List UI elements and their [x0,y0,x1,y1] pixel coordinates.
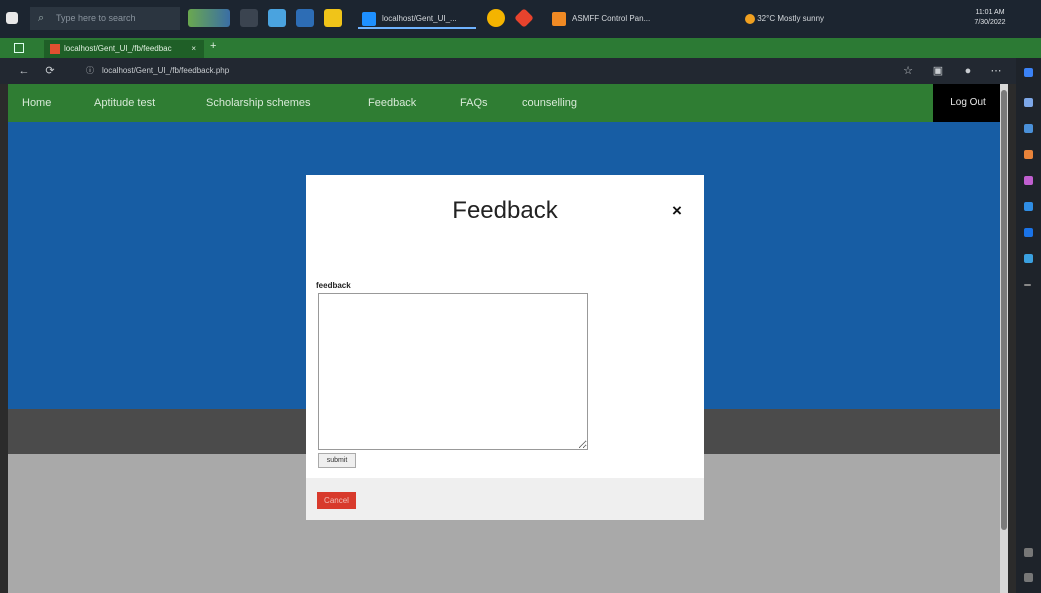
nav-link-scholarship-schemes[interactable]: Scholarship schemes [206,84,311,122]
logout-button[interactable]: Log Out [933,84,1003,122]
feedback-textarea[interactable] [318,293,588,450]
submit-button[interactable]: submit [318,453,356,468]
xampp-icon [552,12,566,26]
page-viewport: Home Aptitude test Scholarship schemes F… [8,84,1008,593]
chrome-icon[interactable] [487,9,505,27]
nav-link-faqs[interactable]: FAQs [460,84,488,122]
app-diamond-icon[interactable] [514,8,534,28]
feedback-label: feedback [316,281,351,290]
new-tab-icon[interactable]: + [210,40,216,52]
browser-tab-bar: localhost/Gent_UI_/fb/feedbac × + [0,38,1041,58]
weather-text: 32°C Mostly sunny [757,14,825,23]
taskbar-task-edge[interactable]: localhost/Gent_UI_... [358,9,476,29]
search-placeholder: Type here to search [56,13,136,23]
file-explorer-icon[interactable] [324,9,342,27]
favorites-icon[interactable]: ☆ [900,62,916,80]
tab-close-icon[interactable]: × [191,40,196,58]
site-navbar: Home Aptitude test Scholarship schemes F… [8,84,1008,122]
send-icon[interactable] [1024,254,1033,263]
nav-link-counselling[interactable]: counselling [522,84,577,122]
browser-tab[interactable]: localhost/Gent_UI_/fb/feedbac × [44,40,204,58]
feedback-modal: Feedback × feedback submit Cancel [306,175,704,520]
search-icon[interactable] [1024,98,1033,107]
shopping-icon[interactable] [1024,124,1033,133]
modal-footer: Cancel [306,478,704,520]
task-label: localhost/Gent_UI_... [382,14,457,23]
widgets-icon[interactable] [188,9,230,27]
windows-start-icon[interactable] [6,12,18,24]
nav-link-feedback[interactable]: Feedback [368,84,416,122]
taskbar-search-input[interactable]: ⌕ Type here to search [30,7,180,30]
nav-link-home[interactable]: Home [22,84,51,122]
app-icon[interactable] [296,9,314,27]
back-icon[interactable]: ← [16,62,32,80]
store-icon[interactable] [268,9,286,27]
url-field[interactable]: ⓘ localhost/Gent_UI_/fb/feedback.php [84,62,824,80]
nav-link-aptitude-test[interactable]: Aptitude test [94,84,155,122]
reload-icon[interactable]: ⟳ [42,62,58,80]
search-icon: ⌕ [38,12,45,24]
task-label: ASMFF Control Pan... [572,14,651,23]
games-icon[interactable] [1024,176,1033,185]
tab-title: localhost/Gent_UI_/fb/feedbac [64,44,172,53]
sidebar-settings-icon[interactable] [1024,548,1033,557]
clock-date: 7/30/2022 [974,19,1006,26]
favicon-icon [50,44,60,54]
info-icon: ⓘ [86,66,94,75]
sidebar-toggle-icon[interactable] [1024,573,1033,582]
cancel-button[interactable]: Cancel [317,492,356,509]
bing-icon[interactable] [1024,68,1033,77]
system-tray[interactable]: 32°C Mostly sunny [745,9,824,29]
page-scrollbar[interactable] [1000,84,1008,593]
collections-icon[interactable]: ▣ [930,62,946,80]
edge-icon [362,12,376,26]
taskbar: ⌕ Type here to search localhost/Gent_UI_… [0,0,1041,38]
tab-actions-icon[interactable] [14,43,24,53]
close-icon[interactable]: × [672,201,682,221]
edge-sidebar [1016,58,1041,593]
add-icon[interactable] [1024,284,1031,286]
more-icon[interactable]: ⋯ [988,62,1004,80]
office-icon[interactable] [1024,202,1033,211]
outlook-icon[interactable] [1024,228,1033,237]
url-text: localhost/Gent_UI_/fb/feedback.php [102,66,230,75]
weather-icon [745,13,755,24]
address-bar: ← ⟳ ⓘ localhost/Gent_UI_/fb/feedback.php… [0,58,1041,84]
tools-icon[interactable] [1024,150,1033,159]
profile-icon[interactable]: ● [960,62,976,80]
taskbar-task-control-panel[interactable]: ASMFF Control Pan... [548,9,656,29]
clock-time: 11:01 AM [975,9,1005,16]
modal-title: Feedback [452,197,558,224]
clock[interactable]: 11:01 AM 7/30/2022 [970,8,1010,28]
scrollbar-thumb[interactable] [1001,90,1007,530]
task-view-icon[interactable] [240,9,258,27]
